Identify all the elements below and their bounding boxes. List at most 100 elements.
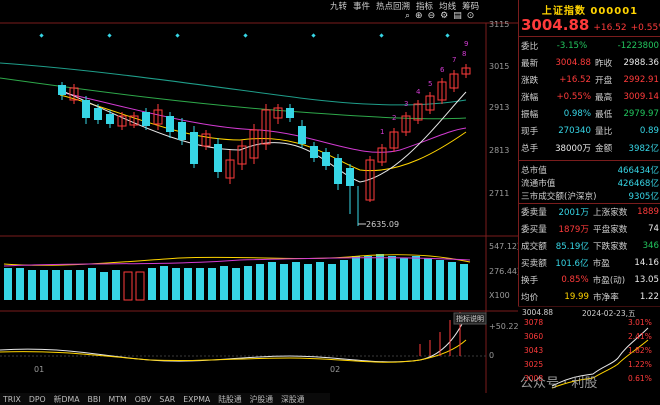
low-price-label: 2635.09 — [366, 220, 399, 229]
quote-value: -1223800 — [617, 41, 660, 51]
stock-terminal: 1 2 3 4 5 6 7 8 9 2635.09 3115 3015 2913… — [0, 0, 660, 405]
mini-pct-label: 1.22% — [628, 360, 652, 369]
moving-averages — [0, 62, 467, 183]
volume-axis: 547.12万 276.44万 X100 — [489, 242, 518, 300]
stat-row: 买卖额 101.6亿 市盈 14.16 — [521, 255, 659, 271]
event-markers — [39, 33, 450, 38]
quote-value: -3.15% — [556, 41, 588, 51]
quote-value: 2988.36 — [623, 58, 659, 68]
svg-text:1: 1 — [380, 128, 384, 136]
svg-text:5: 5 — [428, 80, 432, 88]
market-row: 三市成交额(沪深京) 9305亿 — [521, 188, 659, 204]
settings-icon[interactable]: ⊙ — [467, 11, 475, 21]
svg-text:7: 7 — [452, 56, 456, 64]
quote-value: 0.89 — [639, 126, 659, 136]
svg-text:6: 6 — [440, 66, 445, 74]
tab-hgt[interactable]: 沪股通 — [247, 394, 276, 405]
quote-value: +16.52 — [559, 75, 591, 85]
price-axis: 3115 3015 2913 2813 2711 — [489, 20, 509, 198]
svg-text:2711: 2711 — [489, 189, 509, 198]
toolbar-events[interactable]: 事件 — [353, 0, 370, 12]
quote-value: 3009.14 — [623, 92, 659, 102]
tab-expma[interactable]: EXPMA — [180, 395, 213, 404]
stat-value: 101.6亿 — [555, 259, 589, 269]
stat-value: 13.05 — [634, 275, 659, 285]
svg-text:01: 01 — [34, 365, 44, 374]
quote-value: 3982亿 — [628, 144, 659, 154]
mini-y-label: 3060 — [524, 332, 544, 341]
stat-row: 成交额 85.19亿 下跌家数 346 — [521, 238, 659, 254]
stat-row: 委买量 1879万 平盘家数 74 — [521, 221, 659, 237]
stat-key: 下跌家数 — [593, 242, 628, 252]
tab-trix[interactable]: TRIX — [0, 395, 24, 404]
svg-text:2: 2 — [392, 114, 396, 122]
quote-row: 振幅 0.98% 最低 2979.97 — [521, 106, 659, 122]
svg-text:0: 0 — [489, 351, 494, 360]
price-row: 3004.88 +16.52 +0.55% — [521, 16, 660, 34]
stat-value: 19.99 — [564, 292, 589, 302]
stat-value: 1879万 — [558, 225, 589, 235]
toolbar-nine-turn[interactable]: 九转 — [330, 0, 347, 12]
quote-row: 涨跌 +16.52 开盘 2992.91 — [521, 72, 659, 88]
quote-value: 0.98% — [563, 109, 591, 119]
svg-text:3: 3 — [404, 100, 408, 108]
svg-text:2813: 2813 — [489, 146, 509, 155]
tab-sar[interactable]: SAR — [156, 395, 178, 404]
quote-row: 总手 38000万 金额 3982亿 — [521, 140, 659, 156]
quote-value: 38000万 — [555, 144, 591, 154]
svg-text:02: 02 — [330, 365, 340, 374]
svg-text:547.12万: 547.12万 — [489, 242, 518, 251]
mini-y-label: 3043 — [524, 346, 544, 355]
mini-y-label: 3025 — [524, 360, 544, 369]
tab-mtm[interactable]: MTM — [106, 395, 130, 404]
stat-key: 市净率 — [593, 293, 619, 303]
quote-key: 涨跌 — [521, 76, 539, 86]
quote-key: 开盘 — [595, 76, 613, 86]
svg-text:3015: 3015 — [489, 62, 509, 71]
stat-key: 委买量 — [521, 225, 547, 235]
tab-bbi[interactable]: BBI — [85, 395, 104, 404]
quote-key: 昨收 — [595, 59, 613, 69]
stat-key: 换手 — [521, 276, 539, 286]
market-value: 9305亿 — [628, 192, 659, 202]
mini-pct-label: 3.01% — [628, 318, 652, 327]
indicator-tabs: TRIX DPO 新DMA BBI MTM OBV SAR EXPMA 陆股通 … — [0, 393, 330, 405]
search-icon[interactable]: ⌕ — [405, 11, 410, 21]
stat-key: 平盘家数 — [593, 225, 628, 235]
quote-value: 2992.91 — [623, 75, 659, 85]
tab-new-dma[interactable]: 新DMA — [51, 394, 83, 405]
stat-key: 买卖额 — [521, 259, 547, 269]
stat-value: 1.22 — [639, 292, 659, 302]
mini-y-label: 3078 — [524, 318, 544, 327]
index-title: 上证指数 000001 — [541, 6, 639, 17]
stat-row: 换手 0.85% 市盈(动) 13.05 — [521, 272, 659, 288]
candlesticks — [58, 64, 471, 226]
quote-value: 270340 — [558, 126, 591, 136]
svg-text:+50.22: +50.22 — [489, 322, 518, 331]
svg-text:9: 9 — [464, 40, 468, 48]
divider — [519, 160, 660, 161]
svg-text:X100: X100 — [489, 291, 510, 300]
svg-text:3115: 3115 — [489, 20, 509, 29]
tab-dpo[interactable]: DPO — [26, 395, 49, 404]
stat-key: 市盈 — [592, 259, 610, 269]
gear-icon[interactable]: ⚙ — [440, 11, 448, 21]
zoom-out-icon[interactable]: ⊖ — [428, 11, 436, 21]
zoom-in-icon[interactable]: ⊕ — [415, 11, 423, 21]
stat-key: 均价 — [521, 293, 539, 303]
tab-lgt[interactable]: 陆股通 — [215, 394, 244, 405]
stat-value: 74 — [648, 224, 659, 234]
watermark-text: 公众号 · 利股 — [520, 376, 598, 391]
quote-row: 现手 270340 量比 0.89 — [521, 123, 659, 139]
stat-key: 上涨家数 — [593, 208, 628, 218]
kline-chart[interactable]: 1 2 3 4 5 6 7 8 9 2635.09 3115 3015 2913… — [0, 0, 518, 393]
chart-icon[interactable]: ▤ — [453, 11, 462, 21]
indicator-help[interactable]: 指标说明 — [456, 314, 484, 323]
stat-value: 14.16 — [634, 258, 659, 268]
tab-sgt[interactable]: 深股通 — [278, 394, 307, 405]
price-change-pct: +0.55% — [630, 23, 660, 33]
macd-panel: 指标说明 — [0, 312, 487, 363]
tab-obv[interactable]: OBV — [132, 395, 155, 404]
stat-key: 成交额 — [521, 242, 547, 252]
quote-key: 金额 — [595, 144, 613, 154]
